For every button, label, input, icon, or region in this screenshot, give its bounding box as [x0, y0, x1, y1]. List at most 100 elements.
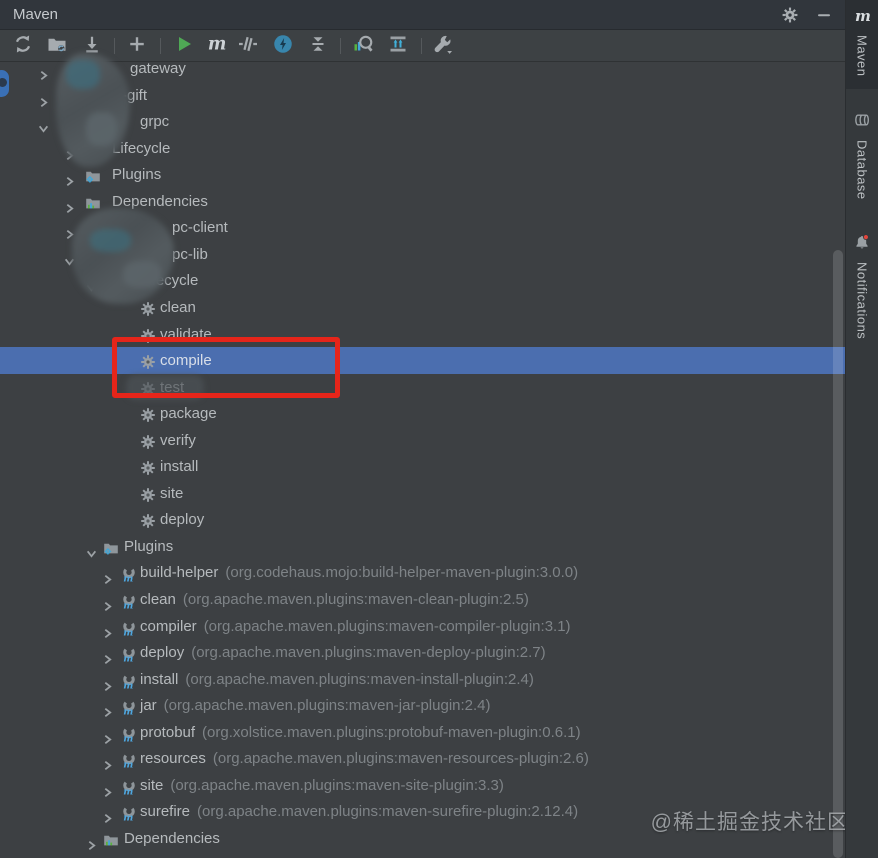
- goal-gear-icon: [140, 485, 156, 502]
- chevron-collapsed-icon[interactable]: [102, 594, 113, 612]
- tree-row-jar[interactable]: m jar (org.apache.maven.plugins:maven-jar-…: [0, 692, 845, 719]
- goal-gear-icon: [140, 432, 156, 449]
- tree-row-label: Dependencies: [112, 192, 208, 210]
- dependency-analyzer-button[interactable]: [385, 33, 411, 59]
- collapse-all-button[interactable]: [305, 33, 331, 59]
- toggle-offline-mode-button[interactable]: [270, 33, 296, 59]
- tree-row-deploy[interactable]: m deploy (org.apache.maven.plugins:maven-d…: [0, 639, 845, 666]
- tree-row-lifecycle[interactable]: Lifecycle: [0, 267, 845, 294]
- download-sources-button[interactable]: [79, 33, 105, 59]
- tree-row-desc: (org.codehaus.mojo:build-helper-maven-pl…: [225, 564, 579, 582]
- tree-row-label: clean: [160, 298, 196, 316]
- collapse-all-icon: [308, 34, 328, 59]
- refresh-icon: [13, 34, 33, 59]
- goal-gear-icon: [140, 458, 156, 476]
- chevron-collapsed-icon[interactable]: [86, 833, 97, 850]
- chevron-collapsed-icon[interactable]: [102, 700, 113, 718]
- tree-row--gift[interactable]: -gift: [0, 82, 845, 109]
- reimport-all-maven-projects-button[interactable]: [10, 33, 36, 59]
- chevron-collapsed-icon[interactable]: [102, 806, 113, 824]
- chevron-collapsed-icon[interactable]: [102, 674, 113, 691]
- chevron-collapsed-icon[interactable]: [102, 753, 113, 771]
- stripe-tab-maven[interactable]: m Maven: [846, 0, 878, 89]
- tree-row-label: Plugins: [112, 166, 162, 184]
- chevron-expanded-icon[interactable]: [86, 541, 97, 558]
- tree-row-label: Lifecycle: [140, 272, 199, 290]
- chevron-collapsed-icon[interactable]: [38, 63, 49, 81]
- tree-row-label: pc-client: [172, 219, 228, 237]
- plus-icon: [127, 34, 147, 59]
- tree-row-desc: (org.apache.maven.plugins:maven-resource…: [212, 750, 589, 768]
- tree-row-pc-lib[interactable]: pc-lib: [0, 241, 845, 268]
- toggle-skip-tests-mode-button[interactable]: [235, 33, 261, 59]
- chevron-collapsed-icon[interactable]: [38, 90, 49, 107]
- tree-row-deploy[interactable]: deploy: [0, 506, 845, 533]
- execute-maven-goal-button[interactable]: m: [203, 33, 229, 59]
- tree-row-install[interactable]: install: [0, 453, 845, 480]
- chevron-expanded-icon[interactable]: [86, 275, 97, 293]
- tree-row-grpc[interactable]: grpc: [0, 108, 845, 135]
- chevron-expanded-icon[interactable]: [64, 249, 75, 266]
- toolbar-separator: [114, 38, 115, 54]
- tree-row-site[interactable]: m site (org.apache.maven.plugins:maven-sit…: [0, 772, 845, 799]
- run-maven-build-button[interactable]: [171, 33, 197, 59]
- maven-settings-button[interactable]: [430, 33, 456, 59]
- tree-row-gateway[interactable]: gateway: [0, 62, 845, 82]
- tree-row-plugins[interactable]: Plugins: [0, 533, 845, 560]
- maven-panel-main: m gateway -gift grpc Lifecycle Plugins Depend…: [0, 30, 848, 858]
- vertical-scrollbar[interactable]: [833, 250, 843, 858]
- tree-row-desc: (org.apache.maven.plugins:maven-install-…: [185, 670, 534, 688]
- chevron-collapsed-icon[interactable]: [102, 647, 113, 665]
- show-dependencies-button[interactable]: [350, 33, 376, 59]
- plugin-gear-icon: m: [120, 564, 136, 585]
- gear-icon[interactable]: [779, 4, 801, 26]
- tree-row-clean[interactable]: clean: [0, 294, 845, 321]
- chevron-collapsed-icon[interactable]: [102, 780, 113, 797]
- stripe-tab-notifications[interactable]: Notifications: [846, 227, 878, 351]
- chevron-collapsed-icon[interactable]: [64, 169, 75, 187]
- chevron-collapsed-icon[interactable]: [102, 727, 113, 744]
- chevron-collapsed-icon[interactable]: [102, 621, 113, 638]
- tree-row-lifecycle[interactable]: Lifecycle: [0, 135, 845, 162]
- tree-row-pc-client[interactable]: pc-client: [0, 214, 845, 241]
- svg-text:m: m: [123, 813, 133, 821]
- tree-row-site[interactable]: site: [0, 480, 845, 507]
- add-maven-projects-button[interactable]: [124, 33, 150, 59]
- tree-row-label: install: [160, 458, 199, 476]
- tree-row-protobuf[interactable]: m protobuf (org.xolstice.maven.plugins:pro…: [0, 719, 845, 746]
- svg-text:m: m: [123, 627, 133, 635]
- tree-row-install[interactable]: m install (org.apache.maven.plugins:maven-…: [0, 666, 845, 693]
- chevron-expanded-icon[interactable]: [38, 116, 49, 133]
- minimize-icon[interactable]: [813, 4, 835, 26]
- stripe-tab-label: Notifications: [854, 262, 870, 340]
- svg-text:m: m: [208, 34, 226, 53]
- tree-row-plugins[interactable]: Plugins: [0, 161, 845, 188]
- chevron-collapsed-icon[interactable]: [64, 143, 75, 160]
- folder-sync-icon: [47, 34, 67, 59]
- tree-row-verify[interactable]: verify: [0, 427, 845, 454]
- chevron-collapsed-icon[interactable]: [64, 222, 75, 240]
- tree-row-package[interactable]: package: [0, 400, 845, 427]
- plugin-gear-icon: m: [120, 724, 136, 744]
- chevron-collapsed-icon[interactable]: [64, 196, 75, 213]
- svg-text:m: m: [123, 707, 133, 715]
- folder-plugins-icon: [103, 538, 119, 555]
- svg-text:m: m: [855, 7, 870, 23]
- generate-sources-and-update-folders-button[interactable]: [44, 33, 70, 59]
- tree-row-label: clean: [140, 591, 176, 608]
- tree-row-partial[interactable]: [0, 852, 845, 858]
- tree-row-resources[interactable]: m resources (org.apache.maven.plugins:mave…: [0, 745, 845, 772]
- plugin-gear-icon: m: [120, 618, 136, 638]
- folder-lifecycle-icon: [85, 140, 101, 157]
- run-icon: [174, 34, 194, 59]
- tree-row-build-helper[interactable]: m build-helper (org.codehaus.mojo:build-he…: [0, 559, 845, 586]
- toolbar-separator: [421, 38, 422, 54]
- stripe-tab-database[interactable]: Database: [846, 105, 878, 212]
- analyze-dependencies-icon: [353, 34, 373, 59]
- chevron-collapsed-icon[interactable]: [102, 567, 113, 585]
- tree-row-compiler[interactable]: m compiler (org.apache.maven.plugins:maven…: [0, 613, 845, 640]
- tree-row-dependencies[interactable]: Dependencies: [0, 188, 845, 215]
- tree-row-clean[interactable]: m clean (org.apache.maven.plugins:maven-cl…: [0, 586, 845, 613]
- tree-row-label: resources: [140, 750, 206, 768]
- goal-gear-icon: [140, 405, 156, 422]
